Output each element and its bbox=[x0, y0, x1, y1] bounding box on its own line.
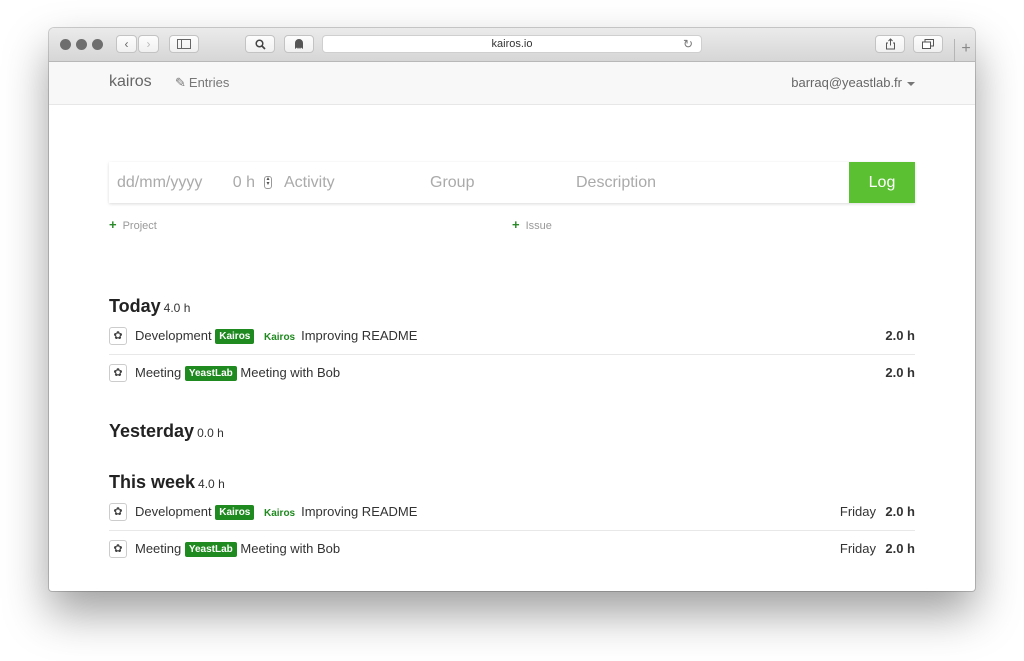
user-email: barraq@yeastlab.fr bbox=[791, 75, 902, 90]
plus-icon: + bbox=[512, 217, 520, 232]
forward-button[interactable]: › bbox=[138, 35, 159, 53]
add-issue-label: Issue bbox=[525, 220, 552, 232]
caret-down-icon bbox=[907, 81, 915, 86]
add-project-label: Project bbox=[122, 220, 157, 232]
group-badge: YeastLab bbox=[184, 542, 237, 557]
add-issue-link[interactable]: + Issue bbox=[512, 217, 552, 232]
add-project-link[interactable]: + Project bbox=[109, 217, 157, 232]
share-button[interactable] bbox=[875, 35, 905, 53]
log-button[interactable]: Log bbox=[849, 162, 915, 203]
entry-hours: 2.0 h bbox=[885, 504, 915, 519]
chevron-left-icon: ‹ bbox=[124, 37, 129, 51]
entry-row: ✿ Development Kairos Kairos Improving REA… bbox=[109, 318, 915, 355]
hours-stepper-icon[interactable]: ▴ ▾ bbox=[264, 176, 272, 189]
gear-icon[interactable]: ✿ bbox=[109, 327, 127, 345]
new-tab-button[interactable]: + bbox=[954, 39, 975, 61]
entry-day: Friday bbox=[839, 504, 876, 519]
group-input[interactable] bbox=[430, 162, 565, 203]
gear-icon[interactable]: ✿ bbox=[109, 540, 127, 558]
nav-entries-label: Entries bbox=[188, 75, 230, 90]
entry-activity: Meeting bbox=[135, 365, 182, 380]
entry-description: Meeting with Bob bbox=[240, 541, 341, 556]
address-bar[interactable]: kairos.io ↻ bbox=[322, 35, 702, 53]
share-icon bbox=[885, 38, 895, 50]
section-week-label: This week bbox=[109, 472, 196, 492]
section-yesterday-total: 0.0 h bbox=[197, 426, 224, 440]
log-entry-form: ▴▾ Log bbox=[109, 162, 915, 203]
reload-icon[interactable]: ↻ bbox=[683, 36, 693, 52]
tabs-icon bbox=[922, 39, 934, 49]
entry-row: ✿ Meeting YeastLab Meeting with Bob 2.0 … bbox=[109, 355, 915, 391]
section-yesterday-label: Yesterday bbox=[109, 421, 195, 441]
ghost-icon bbox=[295, 39, 303, 49]
description-input[interactable] bbox=[576, 162, 836, 203]
entry-row: ✿ Meeting YeastLab Meeting with Bob Frid… bbox=[109, 531, 915, 567]
brand-logo[interactable]: kairos bbox=[109, 73, 152, 91]
tabs-overview-button[interactable] bbox=[913, 35, 943, 53]
entry-description: Improving README bbox=[301, 328, 418, 343]
gear-icon[interactable]: ✿ bbox=[109, 364, 127, 382]
entry-description: Improving README bbox=[301, 504, 418, 519]
url-text: kairos.io bbox=[491, 38, 533, 50]
section-yesterday-title: Yesterday 0.0 h bbox=[109, 421, 224, 442]
entry-hours: 2.0 h bbox=[885, 365, 915, 380]
sidebar-toggle-button[interactable] bbox=[169, 35, 199, 53]
entry-row: ✿ Development Kairos Kairos Improving REA… bbox=[109, 494, 915, 531]
entry-activity: Development bbox=[135, 328, 212, 343]
sidebar-icon bbox=[177, 39, 191, 49]
group-badge: Kairos bbox=[215, 505, 255, 520]
nav-entries-link[interactable]: ✎ Entries bbox=[175, 75, 229, 91]
entry-activity: Meeting bbox=[135, 541, 182, 556]
gear-icon[interactable]: ✿ bbox=[109, 503, 127, 521]
date-input[interactable] bbox=[117, 162, 217, 203]
section-today-title: Today 4.0 h bbox=[109, 296, 190, 317]
close-window-button[interactable] bbox=[60, 39, 71, 50]
chevron-right-icon: › bbox=[146, 37, 151, 51]
app-navbar: kairos ✎ Entries barraq@yeastlab.fr bbox=[49, 62, 975, 105]
search-icon bbox=[254, 39, 266, 50]
entry-activity: Development bbox=[135, 504, 212, 519]
plus-icon: + bbox=[109, 217, 117, 232]
browser-window: ‹ › kairos.io ↻ + kairos ✎ Entries barraq… bbox=[49, 28, 975, 591]
back-button[interactable]: ‹ bbox=[116, 35, 137, 53]
user-menu-dropdown[interactable]: barraq@yeastlab.fr bbox=[791, 75, 915, 90]
entry-hours: 2.0 h bbox=[885, 328, 915, 343]
privacy-button[interactable] bbox=[284, 35, 314, 53]
browser-toolbar: ‹ › kairos.io ↻ + bbox=[49, 28, 975, 62]
entry-description: Meeting with Bob bbox=[240, 365, 341, 380]
issue-link[interactable]: Kairos bbox=[264, 508, 295, 519]
issue-link[interactable]: Kairos bbox=[264, 332, 295, 343]
edit-icon: ✎ bbox=[175, 75, 186, 90]
search-button[interactable] bbox=[245, 35, 275, 53]
section-week-total: 4.0 h bbox=[198, 477, 225, 491]
entry-hours: 2.0 h bbox=[885, 541, 915, 556]
group-badge: YeastLab bbox=[184, 366, 237, 381]
minimize-window-button[interactable] bbox=[76, 39, 87, 50]
section-week-title: This week 4.0 h bbox=[109, 472, 225, 493]
entry-day: Friday bbox=[839, 541, 876, 556]
section-today-label: Today bbox=[109, 296, 161, 316]
hours-input[interactable] bbox=[230, 162, 255, 203]
group-badge: Kairos bbox=[215, 329, 255, 344]
activity-input[interactable] bbox=[284, 162, 419, 203]
zoom-window-button[interactable] bbox=[92, 39, 103, 50]
section-today-total: 4.0 h bbox=[163, 301, 191, 315]
